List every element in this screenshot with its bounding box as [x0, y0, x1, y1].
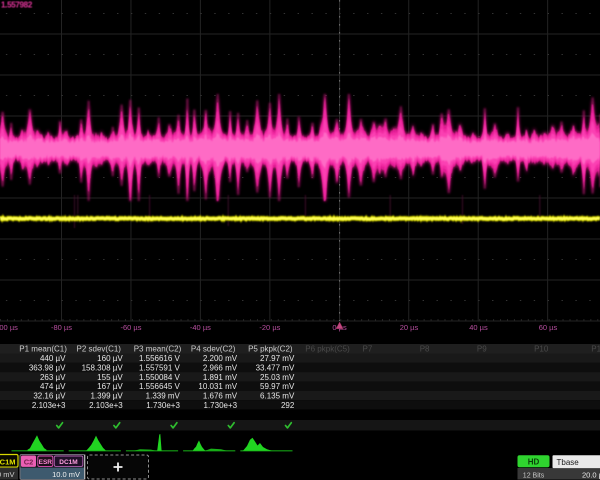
svg-text:59.97 mV: 59.97 mV: [260, 382, 295, 391]
svg-text:P3 mean(C2): P3 mean(C2): [134, 345, 182, 354]
svg-text:P4 sdev(C2): P4 sdev(C2): [191, 345, 236, 354]
svg-text:P10: P10: [534, 345, 549, 354]
svg-text:60 µs: 60 µs: [539, 323, 558, 332]
svg-text:BWL DC1M: BWL DC1M: [0, 457, 16, 466]
svg-text:-80 µs: -80 µs: [51, 323, 72, 332]
svg-text:1.557591 V: 1.557591 V: [139, 363, 181, 372]
svg-text:P6 pkpk(C5): P6 pkpk(C5): [305, 345, 350, 354]
svg-text:1.557982: 1.557982: [1, 1, 33, 10]
svg-text:1.339 mV: 1.339 mV: [146, 391, 181, 400]
svg-text:1.730e+3: 1.730e+3: [204, 401, 238, 410]
svg-text:40 µs: 40 µs: [469, 323, 488, 332]
svg-text:440 µV: 440 µV: [40, 354, 66, 363]
svg-text:155 µV: 155 µV: [97, 373, 123, 382]
svg-text:P8: P8: [420, 345, 430, 354]
svg-text:DC1M: DC1M: [59, 459, 77, 466]
svg-text:Tbase: Tbase: [557, 458, 580, 467]
svg-text:32.16 µV: 32.16 µV: [33, 391, 66, 400]
svg-text:20.0 µs: 20.0 µs: [582, 470, 600, 479]
svg-text:-20 µs: -20 µs: [259, 323, 280, 332]
svg-text:167 µV: 167 µV: [97, 382, 123, 391]
svg-text:2.200 mV: 2.200 mV: [203, 354, 238, 363]
svg-text:160 µV: 160 µV: [97, 354, 123, 363]
svg-text:6.135 mV: 6.135 mV: [260, 391, 295, 400]
svg-text:1.556616 V: 1.556616 V: [139, 354, 181, 363]
svg-text:12 Bits: 12 Bits: [523, 472, 545, 479]
svg-text:C2: C2: [24, 457, 34, 466]
svg-text:1.556645 V: 1.556645 V: [139, 382, 181, 391]
svg-text:363.98 µV: 363.98 µV: [29, 363, 66, 372]
svg-text:10.0 mV: 10.0 mV: [52, 470, 80, 479]
svg-text:P2 sdev(C1): P2 sdev(C1): [77, 345, 122, 354]
svg-text:25.03 mV: 25.03 mV: [260, 373, 295, 382]
svg-text:1.730e+3: 1.730e+3: [146, 401, 180, 410]
svg-text:2.966 mV: 2.966 mV: [203, 363, 238, 372]
svg-text:-100 µs: -100 µs: [0, 323, 18, 332]
svg-text:263 µV: 263 µV: [40, 373, 66, 382]
svg-text:P1 mean(C1): P1 mean(C1): [19, 345, 67, 354]
svg-text:P9: P9: [477, 345, 487, 354]
svg-text:1.891 mV: 1.891 mV: [203, 373, 238, 382]
svg-text:1.676 mV: 1.676 mV: [203, 391, 238, 400]
svg-text:ESR: ESR: [39, 459, 53, 466]
svg-text:292: 292: [281, 401, 295, 410]
svg-text:-60 µs: -60 µs: [121, 323, 142, 332]
svg-text:2.103e+3: 2.103e+3: [32, 401, 66, 410]
svg-text:HD: HD: [528, 458, 540, 467]
svg-text:33.477 mV: 33.477 mV: [256, 363, 295, 372]
svg-text:474 µV: 474 µV: [40, 382, 66, 391]
svg-text:27.97 mV: 27.97 mV: [260, 354, 295, 363]
svg-text:1.399 µV: 1.399 µV: [91, 391, 124, 400]
svg-text:P11: P11: [591, 345, 600, 354]
svg-text:P7: P7: [363, 345, 373, 354]
svg-text:10.031 mV: 10.031 mV: [198, 382, 237, 391]
svg-text:158.308 µV: 158.308 µV: [82, 363, 124, 372]
svg-text:-40 µs: -40 µs: [190, 323, 211, 332]
svg-text:2.103e+3: 2.103e+3: [89, 401, 123, 410]
svg-text:P5 pkpk(C2): P5 pkpk(C2): [248, 345, 293, 354]
svg-text:1.550084 V: 1.550084 V: [139, 373, 181, 382]
svg-text:0 mV: 0 mV: [0, 470, 15, 479]
svg-text:20 µs: 20 µs: [400, 323, 419, 332]
